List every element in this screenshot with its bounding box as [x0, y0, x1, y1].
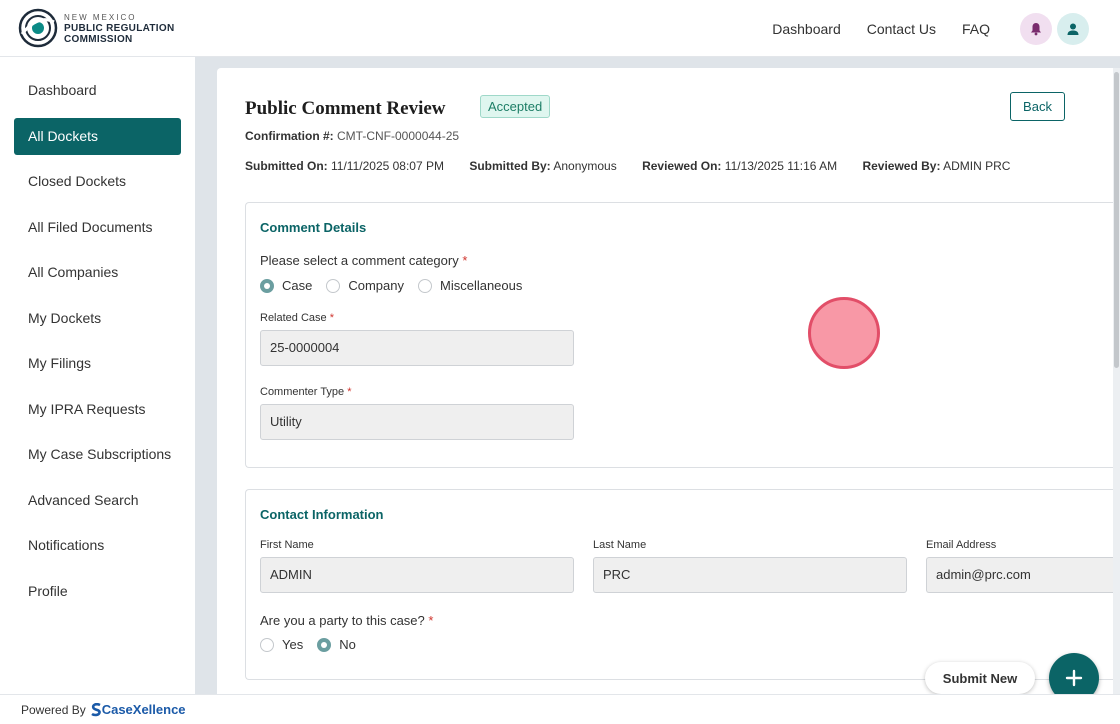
logo-mark-icon [18, 8, 58, 48]
page-title: Public Comment Review [245, 98, 446, 119]
contact-information-section: Contact Information First Name ADMIN Las… [245, 489, 1120, 680]
submit-new-button[interactable]: Submit New [925, 662, 1035, 694]
status-badge: Accepted [480, 95, 551, 118]
related-case-label: Related Case * [260, 312, 334, 324]
sidebar-item-my-filings[interactable]: My Filings [14, 345, 181, 382]
radio-yes-label: Yes [282, 637, 304, 652]
user-menu-button[interactable] [1057, 12, 1089, 45]
prc-logo[interactable]: NEW MEXICO PUBLIC REGULATION COMMISSION [18, 8, 174, 48]
radio-no[interactable]: No [317, 637, 356, 652]
sidebar-item-notifications[interactable]: Notifications [14, 527, 181, 564]
category-radio-group: Case Company Miscellaneous [260, 278, 536, 293]
comment-details-title: Comment Details [260, 220, 367, 235]
sidebar-item-closed-dockets[interactable]: Closed Dockets [14, 163, 181, 200]
commenter-type-label: Commenter Type * [260, 386, 352, 398]
radio-company-control[interactable] [326, 278, 341, 293]
reviewed-by-value: ADMIN PRC [943, 159, 1011, 173]
contact-information-title: Contact Information [260, 507, 384, 522]
submitted-on-value: 11/11/2025 08:07 PM [331, 159, 444, 173]
nav-dashboard[interactable]: Dashboard [772, 21, 841, 37]
sidebar-item-my-case-subscriptions[interactable]: My Case Subscriptions [14, 436, 181, 473]
sidebar-item-dashboard[interactable]: Dashboard [14, 72, 181, 109]
reviewed-on-value: 11/13/2025 11:16 AM [724, 159, 838, 173]
footer: Powered By CaseXellence [0, 694, 1120, 724]
nav-faq[interactable]: FAQ [962, 21, 990, 37]
nav-contact-us[interactable]: Contact Us [867, 21, 936, 37]
required-mark: * [329, 312, 334, 324]
back-button[interactable]: Back [1010, 92, 1065, 121]
radio-case-control[interactable] [260, 278, 274, 293]
radio-yes-control[interactable] [260, 637, 274, 652]
submitted-on-label: Submitted On: [245, 159, 328, 173]
sidebar-item-my-ipra-requests[interactable]: My IPRA Requests [14, 391, 181, 428]
first-name-label: First Name [260, 539, 314, 551]
radio-company[interactable]: Company [326, 278, 404, 293]
brand-name: CaseXellence [101, 702, 186, 717]
click-indicator [808, 297, 880, 369]
party-label: Are you a party to this case? * [260, 613, 433, 628]
notifications-button[interactable] [1020, 12, 1052, 45]
email-label: Email Address [926, 539, 997, 551]
radio-no-label: No [339, 637, 356, 652]
radio-case[interactable]: Case [260, 278, 312, 293]
submitted-by-value: Anonymous [553, 159, 617, 173]
sidebar-item-advanced-search[interactable]: Advanced Search [14, 482, 181, 519]
commenter-type-label-text: Commenter Type [260, 386, 345, 398]
confirmation-number: Confirmation #: CMT-CNF-0000044-25 [245, 129, 459, 143]
radio-no-control[interactable] [317, 637, 332, 652]
related-case-field[interactable]: 25-0000004 [260, 330, 574, 366]
commenter-type-field[interactable]: Utility [260, 404, 574, 440]
confirmation-value: CMT-CNF-0000044-25 [337, 129, 460, 143]
logo-state: NEW MEXICO [64, 12, 137, 22]
casexellence-logo[interactable]: CaseXellence [90, 702, 186, 717]
radio-case-label: Case [282, 278, 313, 293]
sidebar: Dashboard All Dockets Closed Dockets All… [0, 57, 195, 694]
required-mark: * [428, 613, 434, 628]
email-field[interactable]: admin@prc.com [926, 557, 1120, 593]
radio-company-label: Company [348, 278, 404, 293]
top-nav: Dashboard Contact Us FAQ [772, 0, 1120, 57]
user-icon [1067, 23, 1079, 35]
plus-icon [1065, 669, 1083, 687]
main-content: Public Comment Review Accepted Back Conf… [217, 68, 1120, 694]
scrollbar-thumb[interactable] [1114, 72, 1119, 368]
party-radio-group: Yes No [260, 637, 370, 652]
related-case-label-text: Related Case [260, 312, 327, 324]
radio-miscellaneous[interactable]: Miscellaneous [418, 278, 522, 293]
submitted-by-label: Submitted By: [469, 159, 551, 173]
logo-line2: COMMISSION [64, 33, 133, 45]
casexellence-mark-icon [90, 702, 101, 716]
comment-details-section: Comment Details Please select a comment … [245, 202, 1120, 468]
reviewed-on-label: Reviewed On: [642, 159, 722, 173]
first-name-field[interactable]: ADMIN [260, 557, 574, 593]
required-mark: * [347, 386, 352, 398]
last-name-field[interactable]: PRC [593, 557, 907, 593]
radio-miscellaneous-label: Miscellaneous [440, 278, 523, 293]
sidebar-item-my-dockets[interactable]: My Dockets [14, 300, 181, 337]
bell-icon [1031, 22, 1041, 35]
logo-line1: PUBLIC REGULATION [64, 22, 175, 34]
radio-miscellaneous-control[interactable] [418, 278, 432, 293]
confirmation-label: Confirmation #: [245, 129, 334, 143]
sidebar-item-all-dockets[interactable]: All Dockets [14, 117, 181, 155]
powered-by-text: Powered By [21, 702, 86, 717]
required-mark: * [462, 253, 468, 268]
sidebar-item-all-companies[interactable]: All Companies [14, 254, 181, 291]
review-meta: Submitted On: 11/11/2025 08:07 PM Submit… [245, 159, 1032, 173]
reviewed-by-label: Reviewed By: [862, 159, 941, 173]
party-label-text: Are you a party to this case? [260, 613, 425, 628]
last-name-label: Last Name [593, 539, 647, 551]
radio-yes[interactable]: Yes [260, 637, 303, 652]
category-label-text: Please select a comment category [260, 253, 459, 268]
sidebar-item-all-filed-documents[interactable]: All Filed Documents [14, 209, 181, 246]
top-header: NEW MEXICO PUBLIC REGULATION COMMISSION … [0, 0, 1120, 57]
sidebar-item-profile[interactable]: Profile [14, 573, 181, 610]
category-label: Please select a comment category * [260, 253, 467, 268]
